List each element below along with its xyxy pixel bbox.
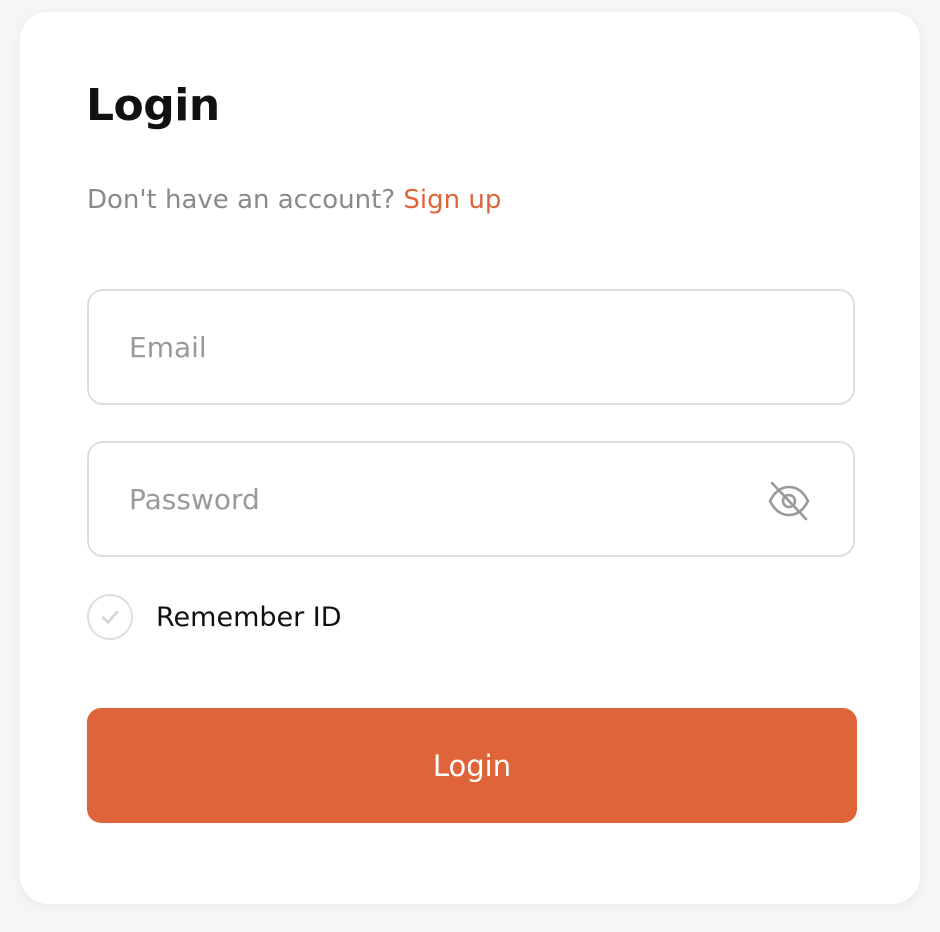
page-title: Login (86, 80, 220, 131)
signup-prompt-text: Don't have an account? (87, 185, 396, 215)
eye-off-icon[interactable] (765, 477, 813, 525)
remember-id-option[interactable]: Remember ID (87, 592, 342, 642)
password-field-container (87, 441, 855, 557)
login-button[interactable]: Login (87, 708, 857, 823)
remember-checkbox[interactable] (87, 594, 133, 640)
remember-label: Remember ID (156, 601, 342, 633)
email-input[interactable] (129, 291, 729, 403)
check-icon (101, 610, 119, 624)
signup-link[interactable]: Sign up (403, 185, 501, 215)
login-card: Login Don't have an account? Sign up Rem… (20, 12, 920, 904)
email-field-container (87, 289, 855, 405)
password-input[interactable] (129, 443, 729, 555)
signup-prompt: Don't have an account? Sign up (87, 182, 501, 218)
